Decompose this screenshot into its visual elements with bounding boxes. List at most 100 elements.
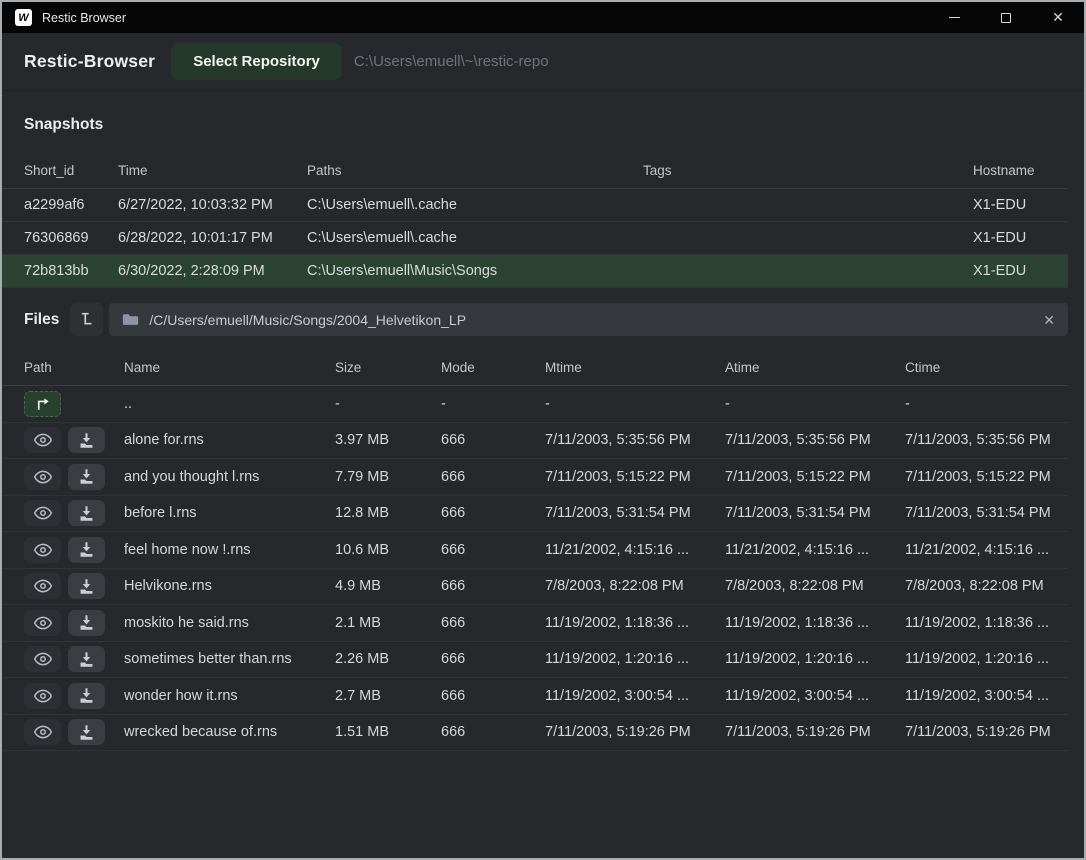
file-name: before l.rns xyxy=(124,505,335,521)
download-file-button[interactable] xyxy=(68,646,105,672)
clear-path-button[interactable]: ✕ xyxy=(1043,313,1055,327)
preview-file-button[interactable] xyxy=(24,500,61,526)
file-size: 7.79 MB xyxy=(335,469,441,485)
preview-file-button[interactable] xyxy=(24,683,61,709)
snapshot-row[interactable]: 72b813bb6/30/2022, 2:28:09 PMC:\Users\em… xyxy=(2,255,1068,288)
column-size: Size xyxy=(335,360,441,375)
eye-icon xyxy=(33,724,53,740)
preview-file-button[interactable] xyxy=(24,610,61,636)
file-row[interactable]: before l.rns12.8 MB6667/11/2003, 5:31:54… xyxy=(2,496,1068,533)
file-atime: 7/11/2003, 5:19:26 PM xyxy=(725,724,905,740)
file-mtime: 11/19/2002, 1:18:36 ... xyxy=(545,615,725,631)
snapshots-table-body: a2299af66/27/2022, 10:03:32 PMC:\Users\e… xyxy=(2,189,1084,288)
file-ctime: 7/11/2003, 5:31:54 PM xyxy=(905,505,1068,521)
clear-icon: ✕ xyxy=(1043,312,1055,328)
file-mode: 666 xyxy=(441,615,545,631)
file-name: and you thought l.rns xyxy=(124,469,335,485)
file-row[interactable]: wrecked because of.rns1.51 MB6667/11/200… xyxy=(2,715,1068,752)
snapshot-row[interactable]: a2299af66/27/2022, 10:03:32 PMC:\Users\e… xyxy=(2,189,1068,222)
file-name: .. xyxy=(124,396,335,412)
preview-file-button[interactable] xyxy=(24,573,61,599)
download-icon xyxy=(78,578,95,595)
files-path-value: /C/Users/emuell/Music/Songs/2004_Helveti… xyxy=(149,312,1043,328)
snapshot-time: 6/30/2022, 2:28:09 PM xyxy=(118,263,307,279)
app-header: Restic-Browser Select Repository C:\User… xyxy=(2,33,1084,90)
file-row[interactable]: sometimes better than.rns2.26 MB66611/19… xyxy=(2,642,1068,679)
file-ctime: 11/21/2002, 4:15:16 ... xyxy=(905,542,1068,558)
file-name: wonder how it.rns xyxy=(124,688,335,704)
download-icon xyxy=(78,614,95,631)
file-mode: 666 xyxy=(441,505,545,521)
snapshot-hostname: X1-EDU xyxy=(973,197,1068,213)
tree-view-toggle-button[interactable] xyxy=(70,303,103,336)
download-file-button[interactable] xyxy=(68,537,105,563)
eye-icon xyxy=(33,542,53,558)
file-size: 3.97 MB xyxy=(335,432,441,448)
column-tags: Tags xyxy=(643,163,973,178)
file-mtime: 11/21/2002, 4:15:16 ... xyxy=(545,542,725,558)
snapshot-hostname: X1-EDU xyxy=(973,263,1068,279)
snapshot-paths: C:\Users\emuell\.cache xyxy=(307,197,643,213)
preview-file-button[interactable] xyxy=(24,537,61,563)
download-icon xyxy=(78,724,95,741)
download-file-button[interactable] xyxy=(68,719,105,745)
column-hostname: Hostname xyxy=(973,163,1068,178)
file-size: 1.51 MB xyxy=(335,724,441,740)
preview-file-button[interactable] xyxy=(24,427,61,453)
preview-file-button[interactable] xyxy=(24,464,61,490)
file-atime: - xyxy=(725,396,905,412)
download-file-button[interactable] xyxy=(68,610,105,636)
download-file-button[interactable] xyxy=(68,500,105,526)
snapshot-short-id: 72b813bb xyxy=(24,263,118,279)
preview-file-button[interactable] xyxy=(24,646,61,672)
file-mode: 666 xyxy=(441,578,545,594)
file-row[interactable]: alone for.rns3.97 MB6667/11/2003, 5:35:5… xyxy=(2,423,1068,460)
preview-file-button[interactable] xyxy=(24,719,61,745)
file-ctime: 7/11/2003, 5:35:56 PM xyxy=(905,432,1068,448)
snapshots-section: Snapshots Short_id Time Paths Tags Hostn… xyxy=(2,90,1084,288)
file-name: alone for.rns xyxy=(124,432,335,448)
files-path-bar[interactable]: /C/Users/emuell/Music/Songs/2004_Helveti… xyxy=(109,303,1068,336)
file-ctime: 7/11/2003, 5:15:22 PM xyxy=(905,469,1068,485)
eye-icon xyxy=(33,651,53,667)
parent-directory-button[interactable] xyxy=(24,391,61,417)
files-table-body: ..-----alone for.rns3.97 MB6667/11/2003,… xyxy=(2,386,1084,751)
file-row[interactable]: Helvikone.rns4.9 MB6667/8/2003, 8:22:08 … xyxy=(2,569,1068,606)
file-mode: - xyxy=(441,396,545,412)
file-mode: 666 xyxy=(441,542,545,558)
download-file-button[interactable] xyxy=(68,427,105,453)
download-file-button[interactable] xyxy=(68,464,105,490)
close-button[interactable]: ✕ xyxy=(1032,2,1084,33)
maximize-button[interactable] xyxy=(980,2,1032,33)
download-file-button[interactable] xyxy=(68,683,105,709)
file-row[interactable]: and you thought l.rns7.79 MB6667/11/2003… xyxy=(2,459,1068,496)
snapshot-row[interactable]: 763068696/28/2022, 10:01:17 PMC:\Users\e… xyxy=(2,222,1068,255)
download-icon xyxy=(78,505,95,522)
file-actions xyxy=(24,610,124,636)
file-name: sometimes better than.rns xyxy=(124,651,335,667)
snapshot-paths: C:\Users\emuell\Music\Songs xyxy=(307,263,643,279)
parent-directory-row[interactable]: ..----- xyxy=(2,386,1068,423)
file-row[interactable]: moskito he said.rns2.1 MB66611/19/2002, … xyxy=(2,605,1068,642)
file-size: 2.1 MB xyxy=(335,615,441,631)
file-row[interactable]: feel home now !.rns10.6 MB66611/21/2002,… xyxy=(2,532,1068,569)
file-mode: 666 xyxy=(441,688,545,704)
file-actions xyxy=(24,391,124,417)
files-table: Path Name Size Mode Mtime Atime Ctime ..… xyxy=(2,350,1084,751)
column-paths: Paths xyxy=(307,163,643,178)
snapshots-table-header: Short_id Time Paths Tags Hostname xyxy=(2,153,1068,189)
eye-icon xyxy=(33,688,53,704)
download-file-button[interactable] xyxy=(68,573,105,599)
eye-icon xyxy=(33,469,53,485)
snapshot-paths: C:\Users\emuell\.cache xyxy=(307,230,643,246)
file-mtime: 7/11/2003, 5:31:54 PM xyxy=(545,505,725,521)
select-repository-button[interactable]: Select Repository xyxy=(171,43,342,80)
file-actions xyxy=(24,573,124,599)
snapshot-time: 6/27/2022, 10:03:32 PM xyxy=(118,197,307,213)
eye-icon xyxy=(33,578,53,594)
file-row[interactable]: wonder how it.rns2.7 MB66611/19/2002, 3:… xyxy=(2,678,1068,715)
tree-structure-icon xyxy=(79,311,94,328)
file-ctime: 11/19/2002, 1:18:36 ... xyxy=(905,615,1068,631)
file-mode: 666 xyxy=(441,651,545,667)
minimize-button[interactable] xyxy=(928,2,980,33)
